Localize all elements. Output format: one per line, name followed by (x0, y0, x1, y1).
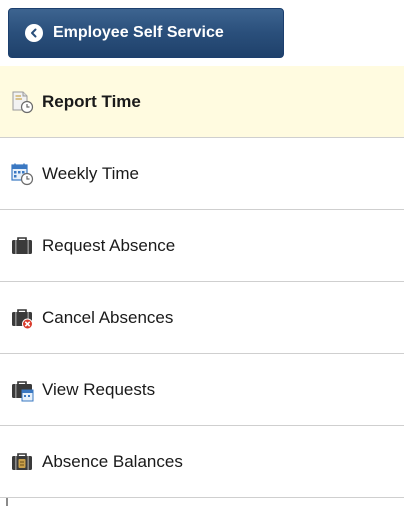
briefcase-balance-icon (10, 450, 34, 474)
menu-item-label: Cancel Absences (42, 307, 174, 327)
back-button-label: Employee Self Service (53, 24, 224, 41)
briefcase-cancel-icon (10, 306, 34, 330)
briefcase-icon (10, 234, 34, 258)
menu-item-label: Report Time (42, 91, 141, 111)
chevron-left-icon (25, 24, 43, 42)
menu-item-absence-balances[interactable]: Absence Balances (0, 426, 404, 498)
menu-item-label: Weekly Time (42, 163, 139, 183)
menu-item-weekly-time[interactable]: Weekly Time (0, 138, 404, 210)
menu-item-label: View Requests (42, 379, 156, 399)
menu-list: Report Time Weekly Time Request Absence … (0, 66, 404, 498)
menu-item-cancel-absences[interactable]: Cancel Absences (0, 282, 404, 354)
navigation-panel: Employee Self Service Report Time Weekly… (0, 0, 404, 506)
menu-item-report-time[interactable]: Report Time (0, 66, 404, 138)
menu-item-request-absence[interactable]: Request Absence (0, 210, 404, 282)
menu-item-label: Request Absence (42, 235, 176, 255)
report-time-icon (10, 90, 34, 114)
weekly-time-icon (10, 162, 34, 186)
header: Employee Self Service (0, 0, 404, 66)
briefcase-calendar-icon (10, 378, 34, 402)
back-button[interactable]: Employee Self Service (8, 8, 284, 58)
menu-item-view-requests[interactable]: View Requests (0, 354, 404, 426)
menu-item-label: Absence Balances (42, 451, 183, 471)
